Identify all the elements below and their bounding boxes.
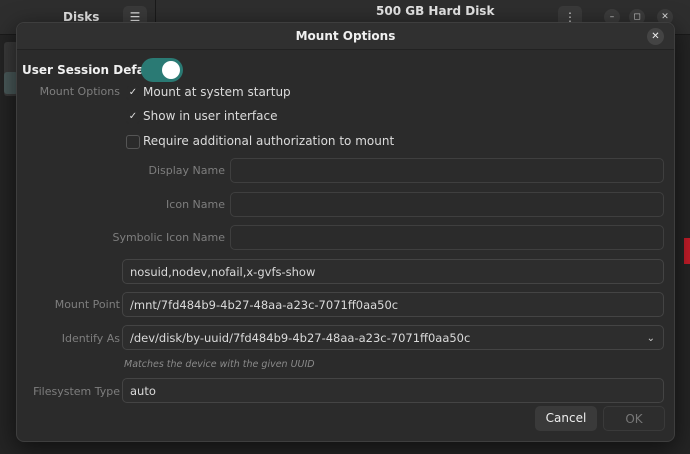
user-session-defaults-toggle[interactable] [141,58,183,82]
identify-as-value: /dev/disk/by-uuid/7fd484b9-4b27-48aa-a23… [130,331,471,345]
checkbox-label: Show in user interface [143,109,278,123]
chevron-down-icon: ⌄ [646,333,655,344]
mount-point-label: Mount Point [54,298,120,311]
toggle-knob [162,61,180,79]
close-icon[interactable]: ✕ [647,28,664,45]
mount-options-dialog: Mount Options ✕ User Session Defaults Mo… [16,22,675,442]
checkmark-icon: ✓ [126,86,140,100]
mount-options-field[interactable]: nosuid,nodev,nofail,x-gvfs-show [122,259,664,284]
mount-options-label: Mount Options [39,85,120,98]
ok-button[interactable]: OK [603,406,665,431]
display-name-field[interactable] [230,158,664,183]
display-name-label: Display Name [148,164,226,177]
cancel-button[interactable]: Cancel [535,406,597,431]
symbolic-icon-name-label: Symbolic Icon Name [112,231,225,244]
checkbox-box [126,135,140,149]
icon-name-field[interactable] [230,192,664,217]
mount-point-field[interactable]: /mnt/7fd484b9-4b27-48aa-a23c-7071ff0aa50… [122,292,664,317]
filesystem-type-label: Filesystem Type [33,385,120,398]
checkmark-icon: ✓ [126,110,140,124]
checkbox-label: Require additional authorization to moun… [143,134,395,148]
checkbox-label: Mount at system startup [143,85,291,99]
partition-bar-segment [684,238,690,264]
identify-as-hint: Matches the device with the given UUID [124,359,315,370]
window-title: 500 GB Hard Disk [376,4,495,18]
dialog-header: Mount Options ✕ [17,23,674,50]
icon-name-label: Icon Name [166,198,225,211]
identify-as-label: Identify As [61,332,120,345]
dialog-title: Mount Options [295,29,396,43]
symbolic-icon-name-field[interactable] [230,225,664,250]
identify-as-combo[interactable]: /dev/disk/by-uuid/7fd484b9-4b27-48aa-a23… [122,325,664,350]
filesystem-type-field[interactable]: auto [122,378,664,403]
